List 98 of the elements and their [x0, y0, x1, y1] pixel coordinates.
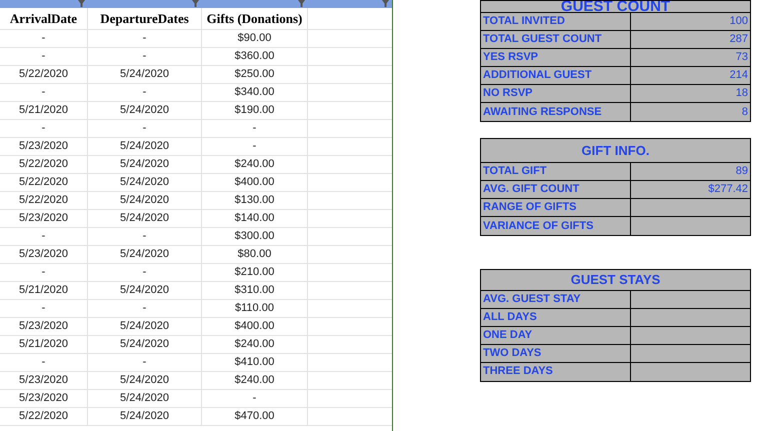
table-cell-text: - — [142, 31, 146, 46]
summary-label: TOTAL GUEST COUNT — [483, 34, 602, 45]
table-cell-text: - — [252, 391, 256, 406]
table-cell-text: - — [42, 355, 46, 370]
filter-icon[interactable] — [298, 0, 305, 7]
table-cell-text: 5/24/2020 — [120, 391, 169, 406]
table-cell-text: - — [252, 139, 256, 154]
table-cell-text: $400.00 — [234, 319, 274, 334]
table-cell-text: - — [142, 85, 146, 100]
table-cell-text: $140.00 — [234, 211, 274, 226]
summary-label: ALL DAYS — [483, 312, 537, 323]
table-cell-text: - — [42, 121, 46, 136]
summary-value: 89 — [736, 166, 748, 178]
table-cell-text: 5/23/2020 — [19, 373, 68, 388]
table-cell-text: $360.00 — [234, 49, 274, 64]
summary-value: 214 — [730, 70, 748, 81]
table-cell-text: $340.00 — [234, 85, 274, 100]
table-cell-text: $80.00 — [238, 247, 272, 262]
summary-label: VARIANCE OF GIFTS — [483, 220, 594, 232]
summary-value: $277.42 — [708, 184, 748, 196]
table-cell-text: - — [142, 121, 146, 136]
table-cell-text: 5/23/2020 — [19, 319, 68, 334]
table-cell-text: 5/22/2020 — [19, 193, 68, 208]
table-cell-text: 5/24/2020 — [120, 409, 169, 424]
summary-label: AWAITING RESPONSE — [483, 106, 602, 118]
summary-label: ONE DAY — [483, 330, 532, 341]
table-cell-text: 5/24/2020 — [120, 193, 169, 208]
table-cell-text: $240.00 — [234, 337, 274, 352]
table-cell-text: - — [42, 31, 46, 46]
table-cell-text: $400.00 — [234, 175, 274, 190]
table-cell-text: $90.00 — [238, 31, 272, 46]
table-cell-text: $310.00 — [234, 283, 274, 298]
table-cell-text: 5/24/2020 — [120, 247, 169, 262]
table-cell-text: 5/24/2020 — [120, 67, 169, 82]
table-cell-text: 5/24/2020 — [120, 157, 169, 172]
summary-label: TWO DAYS — [483, 348, 542, 359]
table-cell-text: - — [142, 265, 146, 280]
table-cell-text: 5/22/2020 — [19, 409, 68, 424]
summary-label: RANGE OF GIFTS — [483, 202, 576, 214]
summary-label: NO RSVP — [483, 88, 533, 99]
table-cell-text: $470.00 — [234, 409, 274, 424]
table-cell-text: $130.00 — [234, 193, 274, 208]
summary-label: TOTAL GIFT — [483, 166, 547, 178]
summary-label: YES RSVP — [483, 52, 538, 63]
table-cell-text: - — [142, 229, 146, 244]
summary-label: AVG. GUEST STAY — [483, 294, 581, 305]
table-cell-text: 5/24/2020 — [120, 373, 169, 388]
table-cell-text: 5/24/2020 — [120, 283, 169, 298]
summary-label: ADDITIONAL GUEST — [483, 70, 592, 81]
column-header: DepartureDates — [100, 10, 189, 28]
table-title: GUEST STAYS — [570, 273, 660, 286]
table-cell-text: 5/24/2020 — [120, 103, 169, 118]
table-cell-text: $210.00 — [234, 265, 274, 280]
table-cell-text: 5/24/2020 — [120, 175, 169, 190]
table-cell-text: $190.00 — [234, 103, 274, 118]
summary-label: AVG. GIFT COUNT — [483, 184, 580, 196]
summary-value: 287 — [730, 34, 748, 45]
table-cell-text: $300.00 — [234, 229, 274, 244]
table-cell-text: - — [142, 355, 146, 370]
table-cell-text: - — [42, 301, 46, 316]
table-cell-text: 5/23/2020 — [19, 391, 68, 406]
summary-value: 100 — [730, 16, 748, 27]
table-title: GIFT INFO. — [582, 144, 650, 158]
table-cell-text: 5/23/2020 — [19, 139, 68, 154]
table-cell-text: - — [42, 49, 46, 64]
table-cell-text: $240.00 — [234, 157, 274, 172]
summary-label: TOTAL INVITED — [483, 16, 565, 27]
table-cell-text: 5/23/2020 — [19, 247, 68, 262]
summary-value: 8 — [742, 106, 748, 118]
table-cell-text: $410.00 — [234, 355, 274, 370]
table-cell-text: 5/21/2020 — [19, 337, 68, 352]
filter-icon[interactable] — [78, 0, 85, 7]
table-cell-text: 5/23/2020 — [19, 211, 68, 226]
table-cell-text: 5/21/2020 — [19, 283, 68, 298]
filter-icon[interactable] — [192, 0, 199, 7]
table-cell-text: 5/22/2020 — [19, 157, 68, 172]
filter-icon[interactable] — [382, 0, 389, 7]
table-cell-text: 5/21/2020 — [19, 103, 68, 118]
column-header: Gifts (Donations) — [206, 10, 302, 28]
table-cell-text: - — [42, 229, 46, 244]
table-cell-text: 5/24/2020 — [120, 337, 169, 352]
column-header: ArrivalDate — [10, 10, 78, 28]
table-cell-text: - — [142, 301, 146, 316]
table-cell-text: 5/22/2020 — [19, 67, 68, 82]
table-cell-text: $240.00 — [234, 373, 274, 388]
table-cell-text: 5/22/2020 — [19, 175, 68, 190]
table-cell-text: $250.00 — [234, 67, 274, 82]
table-cell-text: - — [42, 265, 46, 280]
summary-label: THREE DAYS — [483, 366, 553, 378]
table-cell-text: - — [252, 121, 256, 136]
table-cell-text: 5/24/2020 — [120, 211, 169, 226]
summary-value: 73 — [736, 52, 748, 63]
table-cell-text: $110.00 — [235, 301, 274, 316]
table-cell-text: - — [42, 85, 46, 100]
table-cell-text: 5/24/2020 — [120, 319, 169, 334]
table-cell-text: - — [142, 49, 146, 64]
table-cell-text: 5/24/2020 — [120, 139, 169, 154]
summary-value: 18 — [736, 88, 748, 99]
